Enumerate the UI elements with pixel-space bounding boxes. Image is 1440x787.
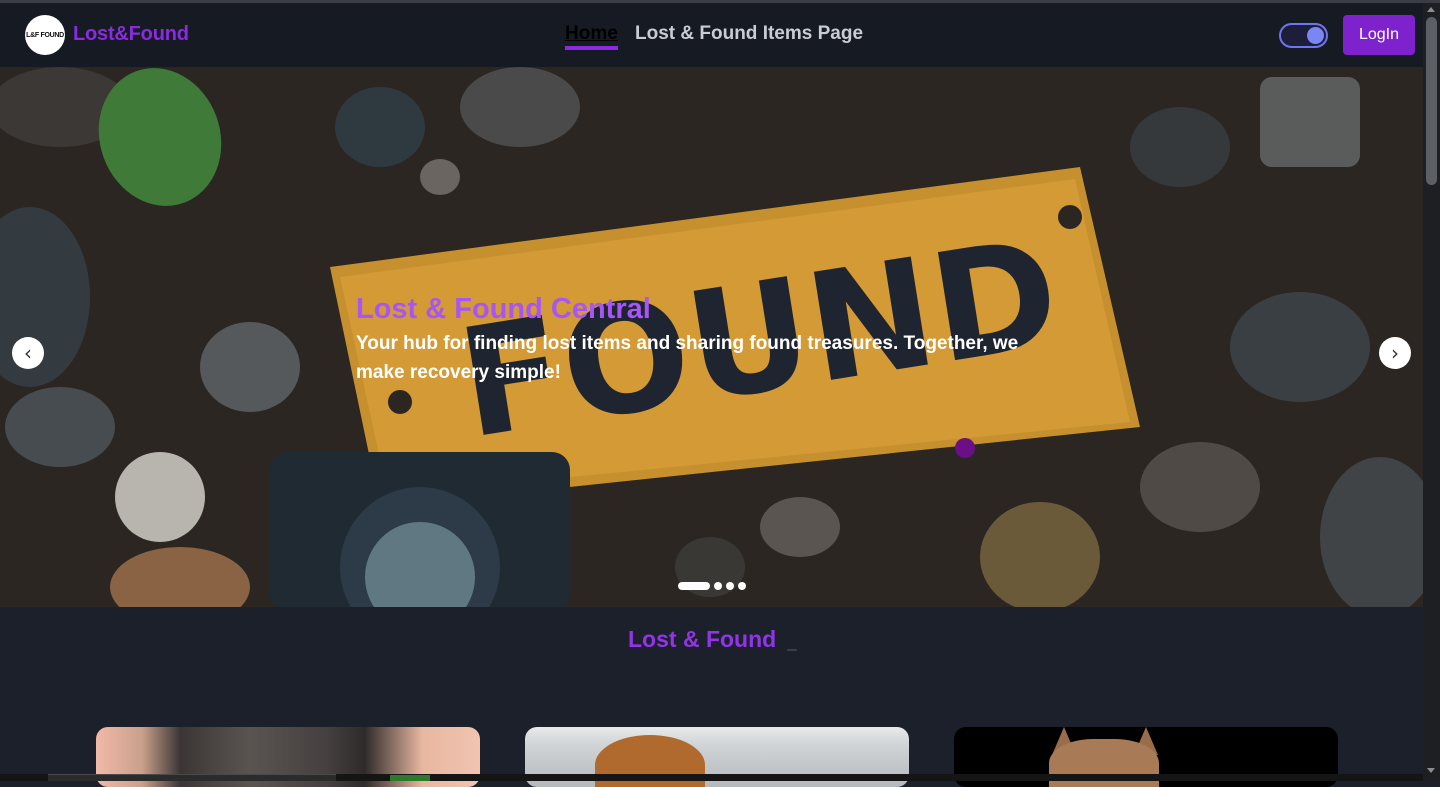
logo[interactable]: L&F FOUND	[25, 15, 65, 55]
chevron-left-icon: ‹	[24, 341, 32, 365]
login-button[interactable]: LogIn	[1343, 15, 1415, 55]
scroll-down-icon[interactable]	[1427, 768, 1435, 773]
carousel-indicators	[678, 582, 746, 590]
carousel-next-button[interactable]: ›	[1379, 337, 1411, 369]
typing-cursor	[787, 649, 797, 651]
navbar: L&F FOUND Lost&Found Home Lost & Found I…	[0, 3, 1423, 67]
nav-link-home[interactable]: Home	[565, 23, 618, 50]
theme-toggle[interactable]	[1279, 23, 1328, 48]
scroll-thumb[interactable]	[1426, 17, 1437, 185]
scroll-up-icon[interactable]	[1427, 7, 1435, 12]
carousel-prev-button[interactable]: ‹	[12, 337, 44, 369]
chevron-right-icon: ›	[1391, 341, 1399, 365]
toggle-knob	[1307, 27, 1324, 44]
taskbar-item-active[interactable]	[390, 775, 430, 781]
logo-text: L&F FOUND	[26, 31, 64, 39]
brand-name[interactable]: Lost&Found	[73, 23, 189, 46]
hero-subtitle: Your hub for finding lost items and shar…	[356, 333, 1019, 383]
carousel-dot-3[interactable]	[726, 582, 734, 590]
carousel-dot-4[interactable]	[738, 582, 746, 590]
hero-carousel: FOUND Lost & Found Central Your hub for …	[0, 67, 1423, 607]
decorative-dot	[955, 438, 975, 458]
nav-link-items-page[interactable]: Lost & Found Items Page	[635, 23, 863, 45]
page-scrollbar[interactable]	[1423, 3, 1440, 781]
carousel-dot-2[interactable]	[714, 582, 722, 590]
hero-title: Lost & Found Central	[356, 293, 651, 325]
section-title: Lost & Found	[628, 626, 777, 652]
taskbar-item[interactable]	[48, 774, 336, 781]
carousel-dot-1[interactable]	[678, 582, 710, 590]
